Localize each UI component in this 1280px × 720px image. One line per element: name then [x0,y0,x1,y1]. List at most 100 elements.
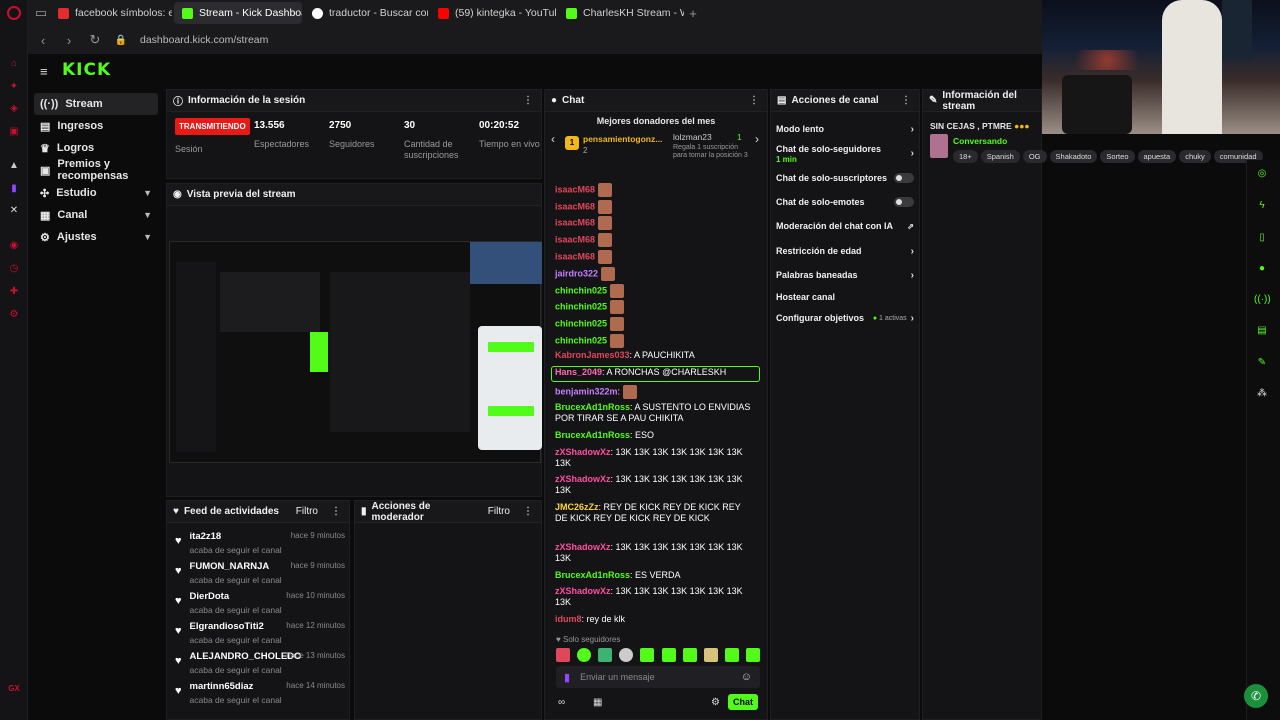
store-icon[interactable]: ▦ [593,697,602,708]
sidebar-item-stream[interactable]: ((·)) Stream [34,93,158,115]
forward-icon[interactable]: › [62,33,76,48]
emote-icon[interactable] [703,648,718,662]
feed-filter-button[interactable]: Filtro [296,506,318,517]
send-chat-button[interactable]: Chat [728,694,758,710]
tag-chip[interactable]: OG [1022,150,1047,163]
sidebar-item-canal[interactable]: ▦ Canal ▼ [34,204,158,226]
chat-username[interactable]: benjamin322m [555,386,618,396]
whatsapp-icon[interactable]: ✆ [1244,684,1268,708]
tag-chip[interactable]: 18+ [953,150,978,163]
sidebar-item-premios[interactable]: ▣ Premios y recompensas [34,158,158,182]
more-options-icon[interactable]: ⋮ [749,95,759,106]
emote-icon[interactable] [577,648,592,662]
emote-icon[interactable] [598,648,613,662]
chat-username[interactable]: isaacM68 [555,201,595,211]
tag-chip[interactable]: apuesta [1137,150,1177,163]
new-tab-icon[interactable]: + [686,6,700,21]
stream-preview-video[interactable] [169,241,542,463]
sidebar-item-ajustes[interactable]: ⚙ Ajustes ▼ [34,226,158,248]
more-options-icon[interactable]: ⋮ [523,95,533,106]
tab-kick-dashboard[interactable]: Stream - Kick Dashboard [174,2,302,24]
tab-charleskh[interactable]: CharlesKH Stream - Watc [558,2,684,24]
mic-icon[interactable]: ▮ [564,671,570,684]
layout-icon[interactable]: ▤ [1254,325,1270,341]
action-followers-only[interactable]: Chat de solo-seguidores 1 min › [776,144,914,170]
emote-icon[interactable] [661,648,676,662]
tag-chip[interactable]: Shakadoto [1049,150,1098,163]
action-age-restriction[interactable]: Restricción de edad › [776,242,914,260]
chat-username[interactable]: isaacM68 [555,251,595,261]
tag-chip[interactable]: Spanish [980,150,1020,163]
bolt-icon[interactable]: ϟ [1254,200,1270,216]
chat-username[interactable]: BrucexAd1nRoss [555,570,630,580]
action-goals[interactable]: Configurar objetivos ● 1 activas › [776,309,914,327]
more-options-icon[interactable]: ⋮ [901,95,911,106]
donor-name[interactable]: lolzman23 [673,132,712,142]
chat-input[interactable]: ▮ Enviar un mensaje ☺ [556,666,760,688]
action-host-channel[interactable]: Hostear canal [776,288,914,306]
subs-only-toggle[interactable] [894,173,914,183]
reload-icon[interactable]: ↻ [88,32,102,48]
emote-icon[interactable] [619,648,634,662]
tab-traductor[interactable]: traductor - Buscar con G [304,2,428,24]
chevron-right-icon[interactable]: › [755,132,759,146]
sidebar-item-logros[interactable]: ♛ Logros [34,137,158,159]
points-icon[interactable]: ∞ [558,697,565,708]
mod-filter-button[interactable]: Filtro [488,506,510,517]
hamburger-menu-icon[interactable]: ≡ [40,64,48,79]
document-icon[interactable]: ▯ [1254,232,1270,248]
extensions-icon[interactable]: ✚ [6,283,22,299]
emote-icon[interactable] [724,648,739,662]
chat-username[interactable]: zXShadowXz [555,447,611,457]
category-name[interactable]: Conversando [953,136,1007,146]
history-icon[interactable]: ◷ [6,260,22,276]
chat-username[interactable]: chinchin025 [555,301,607,311]
chat-username[interactable]: JMC26zZz [555,502,599,512]
tab-facebook[interactable]: facebook símbolos: emoti [50,2,172,24]
chat-username[interactable]: zXShadowXz [555,542,611,552]
emote-icon[interactable] [556,648,570,662]
chat-username[interactable]: zXShadowXz [555,586,611,596]
chat-username[interactable]: isaacM68 [555,184,595,194]
chat-username[interactable]: BrucexAd1nRoss [555,402,630,412]
target-icon[interactable]: ◎ [1254,168,1270,184]
tag-chip[interactable]: Sorteo [1100,150,1135,163]
wrench-icon[interactable]: ✎ [1254,357,1270,373]
home-icon[interactable]: ⌂ [6,55,22,71]
emotes-only-toggle[interactable] [894,197,914,207]
twitch-icon[interactable]: ▮ [6,180,22,196]
action-banned-words[interactable]: Palabras baneadas › [776,266,914,284]
player-icon[interactable]: ◉ [6,237,22,253]
tag-chip[interactable]: chuky [1179,150,1211,163]
signal-icon[interactable]: ((·)) [1254,294,1271,310]
chat-username[interactable]: zXShadowXz [555,474,611,484]
sidebar-item-estudio[interactable]: ✣ Estudio ▼ [34,182,158,204]
opera-logo-icon[interactable] [7,6,21,20]
emote-icon[interactable] [640,648,655,662]
more-options-icon[interactable]: ⋮ [331,506,341,517]
tab-youtube[interactable]: (59) kintegka - YouTube [430,2,556,24]
emote-icon[interactable] [682,648,697,662]
gx-icon[interactable]: GX [6,680,22,696]
chat-username[interactable]: jairdro322 [555,268,598,278]
chat-username[interactable]: chinchin025 [555,285,607,295]
chevron-left-icon[interactable]: ‹ [551,132,555,146]
chat-username[interactable]: isaacM68 [555,217,595,227]
chat-username[interactable]: idum8 [555,614,582,624]
x-icon[interactable]: ✕ [6,202,22,218]
nodes-icon[interactable]: ⁂ [1254,388,1270,404]
chat-username[interactable]: isaacM68 [555,234,595,244]
more-options-icon[interactable]: ⋮ [523,506,533,517]
speed-dial-icon[interactable]: ◈ [6,100,22,116]
tab-menu-icon[interactable]: ▭ [34,5,48,21]
chat-username[interactable]: chinchin025 [555,318,607,328]
settings-icon[interactable]: ⚙ [6,306,22,322]
category-thumbnail[interactable] [930,134,948,158]
url-field[interactable]: dashboard.kick.com/stream [140,34,268,46]
chat-username[interactable]: chinchin025 [555,335,607,345]
back-icon[interactable]: ‹ [36,33,50,48]
sidebar-item-ingresos[interactable]: ▤ Ingresos [34,115,158,137]
news-icon[interactable]: ▣ [6,123,22,139]
chat-username[interactable]: KabronJames033 [555,350,630,360]
chat-settings-icon[interactable]: ⚙ [711,697,720,708]
